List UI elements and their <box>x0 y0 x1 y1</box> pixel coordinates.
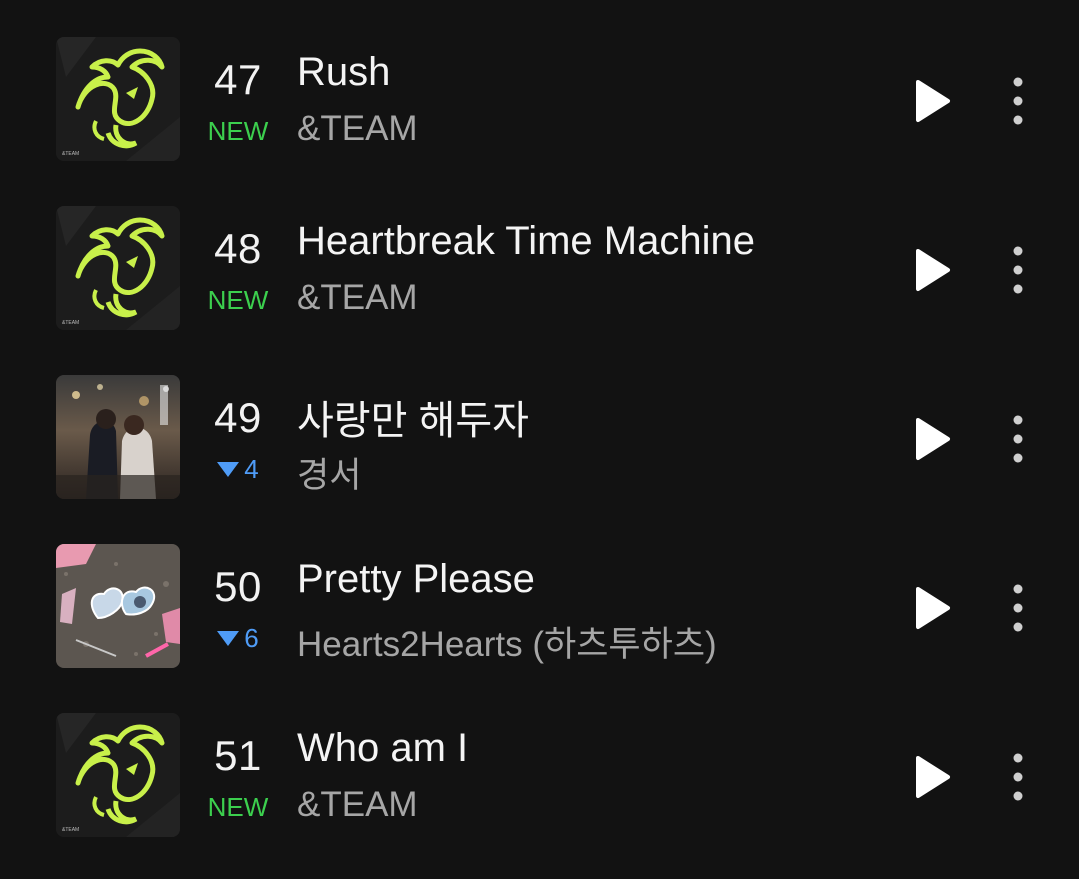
couple-photo-art-icon[interactable] <box>56 375 180 499</box>
artist-name[interactable]: 경서 <box>297 447 361 498</box>
song-title[interactable]: Pretty Please <box>297 557 535 602</box>
more-options-button[interactable] <box>1000 581 1036 635</box>
play-button[interactable] <box>906 414 956 464</box>
song-title[interactable]: 사랑만 해두자 <box>297 388 529 446</box>
chart-rank: 50 <box>214 563 262 610</box>
team-dragon-art-icon[interactable] <box>56 713 180 837</box>
play-button[interactable] <box>906 76 956 126</box>
artist-name[interactable]: Hearts2Hearts (하츠투하츠) <box>297 616 717 667</box>
chart-rank: 48 <box>214 225 262 272</box>
new-badge: NEW <box>207 792 269 822</box>
chart-rank: 47 <box>214 56 262 103</box>
chart-rank: 51 <box>214 732 262 779</box>
chart-rank: 49 <box>214 394 262 441</box>
list-item[interactable]: 49 4 사랑만 해두자 경서 <box>0 338 1079 507</box>
more-options-button[interactable] <box>1000 750 1036 804</box>
new-badge: NEW <box>207 116 269 146</box>
artist-name[interactable]: &TEAM <box>297 109 418 149</box>
song-title[interactable]: Rush <box>297 50 390 95</box>
more-vertical-icon <box>1013 584 1023 632</box>
play-icon <box>916 80 950 122</box>
play-button[interactable] <box>906 583 956 633</box>
song-title[interactable]: Who am I <box>297 726 468 771</box>
artist-name[interactable]: &TEAM <box>297 278 418 318</box>
artist-name[interactable]: &TEAM <box>297 785 418 825</box>
rank-down-icon <box>217 631 240 646</box>
play-button[interactable] <box>906 752 956 802</box>
more-vertical-icon <box>1013 753 1023 801</box>
more-vertical-icon <box>1013 77 1023 125</box>
rank-change: 4 <box>188 454 288 484</box>
rank-change-value: 4 <box>244 454 259 484</box>
list-item[interactable]: 50 6 Pretty Please Hearts2Hearts (하츠투하츠) <box>0 507 1079 676</box>
rank-change-value: 6 <box>244 623 259 653</box>
play-icon <box>916 756 950 798</box>
rank-change: 6 <box>188 623 288 653</box>
more-options-button[interactable] <box>1000 74 1036 128</box>
rank-down-icon <box>217 462 240 477</box>
more-options-button[interactable] <box>1000 412 1036 466</box>
more-vertical-icon <box>1013 415 1023 463</box>
play-button[interactable] <box>906 245 956 295</box>
list-item[interactable]: 47 NEW Rush &TEAM <box>0 0 1079 169</box>
song-title[interactable]: Heartbreak Time Machine <box>297 219 755 264</box>
list-item[interactable]: 48 NEW Heartbreak Time Machine &TEAM <box>0 169 1079 338</box>
heart-locket-art-icon[interactable] <box>56 544 180 668</box>
new-badge: NEW <box>207 285 269 315</box>
play-icon <box>916 418 950 460</box>
more-vertical-icon <box>1013 246 1023 294</box>
team-dragon-art-icon[interactable] <box>56 37 180 161</box>
play-icon <box>916 587 950 629</box>
list-item[interactable]: 51 NEW Who am I &TEAM <box>0 676 1079 845</box>
play-icon <box>916 249 950 291</box>
team-dragon-art-icon[interactable] <box>56 206 180 330</box>
chart-list: 47 NEW Rush &TEAM 48 NEW Heartbreak Time… <box>0 0 1079 879</box>
more-options-button[interactable] <box>1000 243 1036 297</box>
